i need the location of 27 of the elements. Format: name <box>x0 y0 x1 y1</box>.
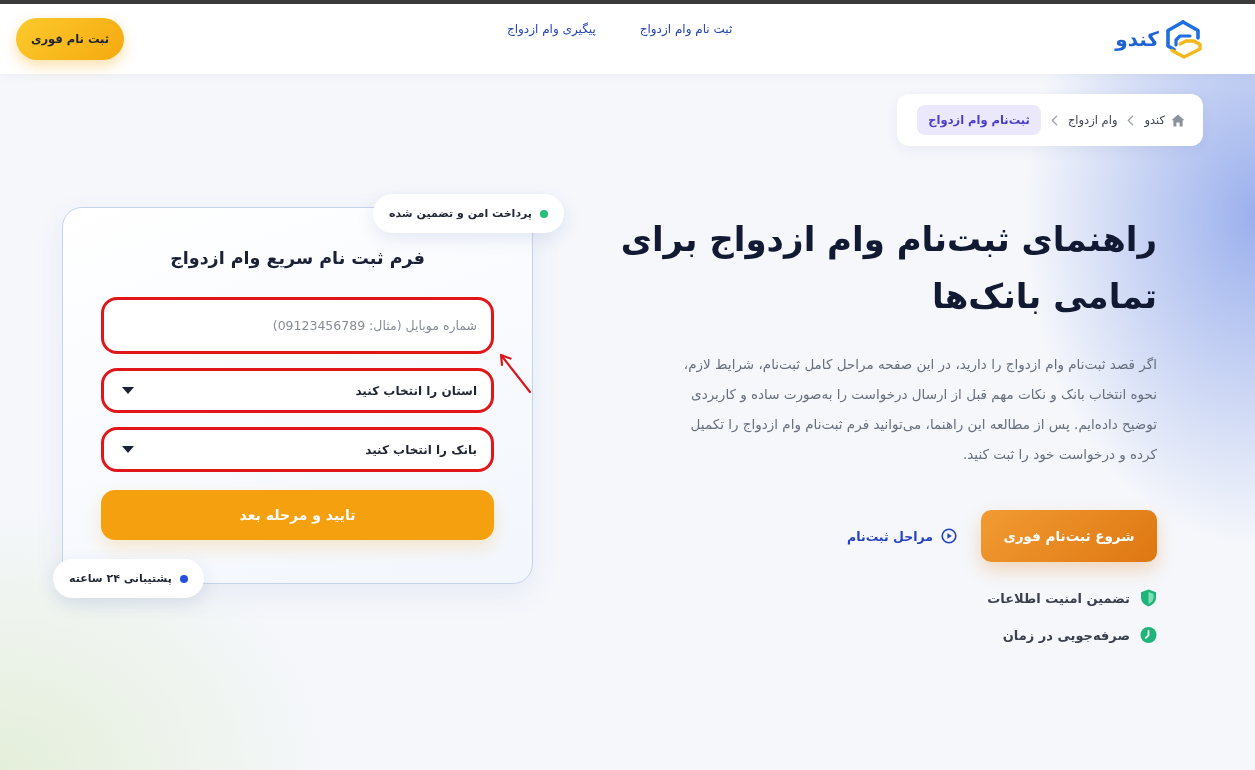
breadcrumb-link[interactable]: ثبت‌نام وام ازدواج <box>917 105 1041 135</box>
caret-icon <box>122 387 134 394</box>
feature-text: تضمین امنیت اطلاعات <box>987 590 1130 606</box>
clock-icon <box>1140 626 1157 644</box>
dropdown-select[interactable]: بانک را انتخاب کنید <box>101 427 494 472</box>
shield-icon <box>1140 589 1157 607</box>
chevron-icon <box>1127 114 1135 126</box>
feature-text: صرفه‌جویی در زمان <box>1002 627 1130 643</box>
phone-input[interactable]: شماره موبایل (مثال: 09123456789) <box>101 297 494 354</box>
registration-steps-link[interactable]: مراحل ثبت‌نام <box>847 528 957 544</box>
breadcrumb-link[interactable]: کندو <box>1144 113 1185 127</box>
register-now-button[interactable]: ثبت نام فوری <box>16 18 124 60</box>
nav-link[interactable]: پیگیری وام ازدواج <box>506 22 596 36</box>
hero-description: اگر قصد ثبت‌نام وام ازدواج را دارید، در این صفحه مراحل کامل ثبت‌نام، شرایط لازم، نحوه انتخاب بانک و نکات مهم قبل از ارسال درخواست را به‌صورت ساده و کاربردی توضیح داده‌ایم. پس از مطالعه این راهنما، می‌توانید فرم ثبت‌نام وام ازدواج را تکمیل کرده و درخواست خود را ثبت کنید. <box>682 355 1157 465</box>
home-icon <box>1171 113 1185 127</box>
hero-title: راهنمای ثبت‌نام وام ازدواج برای تمامی بانک‌ها <box>619 218 1157 318</box>
play-circle-icon <box>941 528 957 544</box>
hexagon-logo-icon[interactable] <box>1163 19 1203 59</box>
chevron-icon <box>1050 114 1058 126</box>
breadcrumb-link[interactable]: وام ازدواج <box>1067 113 1118 127</box>
logo-text[interactable]: کندو <box>1115 27 1159 51</box>
badge-text: پرداخت امن و تضمین شده <box>389 207 532 220</box>
dropdown-select[interactable]: استان را انتخاب کنید <box>101 368 494 413</box>
nav-link[interactable]: ثبت نام وام ازدواج <box>639 22 733 36</box>
form-title: فرم ثبت نام سریع وام ازدواج <box>169 247 426 271</box>
badge-text: پشتیبانی ۲۴ ساعته <box>69 572 172 585</box>
caret-icon <box>122 446 134 453</box>
